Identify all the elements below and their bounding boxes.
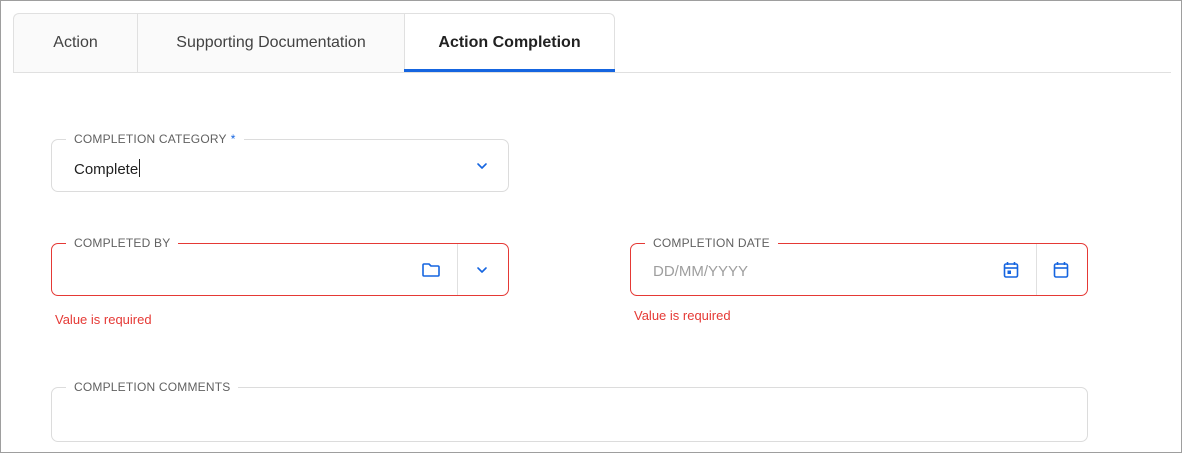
folder-icon[interactable] [418, 257, 444, 283]
field-divider [457, 244, 458, 295]
form-panel: Action Supporting Documentation Action C… [0, 0, 1182, 453]
calendar-icon[interactable] [1048, 257, 1074, 283]
tab-action-completion[interactable]: Action Completion [404, 13, 615, 73]
completion-category-value: Complete [74, 159, 141, 178]
completion-category-select[interactable]: COMPLETION CATEGORY * Complete [51, 131, 509, 192]
calendar-today-icon[interactable] [998, 257, 1024, 283]
field-divider [1036, 244, 1037, 295]
tab-label: Action [53, 34, 98, 51]
completed-by-field[interactable]: COMPLETED BY [51, 235, 509, 296]
completion-comments-label: COMPLETION COMMENTS [66, 379, 239, 395]
completion-date-label: COMPLETION DATE [645, 235, 778, 251]
tab-bar: Action Supporting Documentation Action C… [13, 13, 615, 73]
completion-date-placeholder: DD/MM/YYYY [653, 263, 749, 280]
tab-label: Action Completion [438, 34, 581, 51]
required-mark: * [230, 132, 236, 146]
chevron-down-icon[interactable] [469, 153, 495, 179]
completed-by-label: COMPLETED BY [66, 235, 179, 251]
completion-comments-field[interactable]: COMPLETION COMMENTS [51, 379, 1088, 442]
completion-date-error: Value is required [634, 308, 731, 323]
tab-supporting-documentation[interactable]: Supporting Documentation [137, 13, 404, 72]
tab-label: Supporting Documentation [176, 34, 366, 51]
chevron-down-icon[interactable] [469, 257, 495, 283]
tab-action[interactable]: Action [13, 13, 137, 72]
completion-category-label: COMPLETION CATEGORY * [66, 131, 244, 147]
completed-by-error: Value is required [55, 312, 152, 327]
text-caret [139, 159, 141, 177]
completion-date-field[interactable]: COMPLETION DATE DD/MM/YYYY [630, 235, 1088, 296]
tab-divider [13, 72, 1171, 73]
